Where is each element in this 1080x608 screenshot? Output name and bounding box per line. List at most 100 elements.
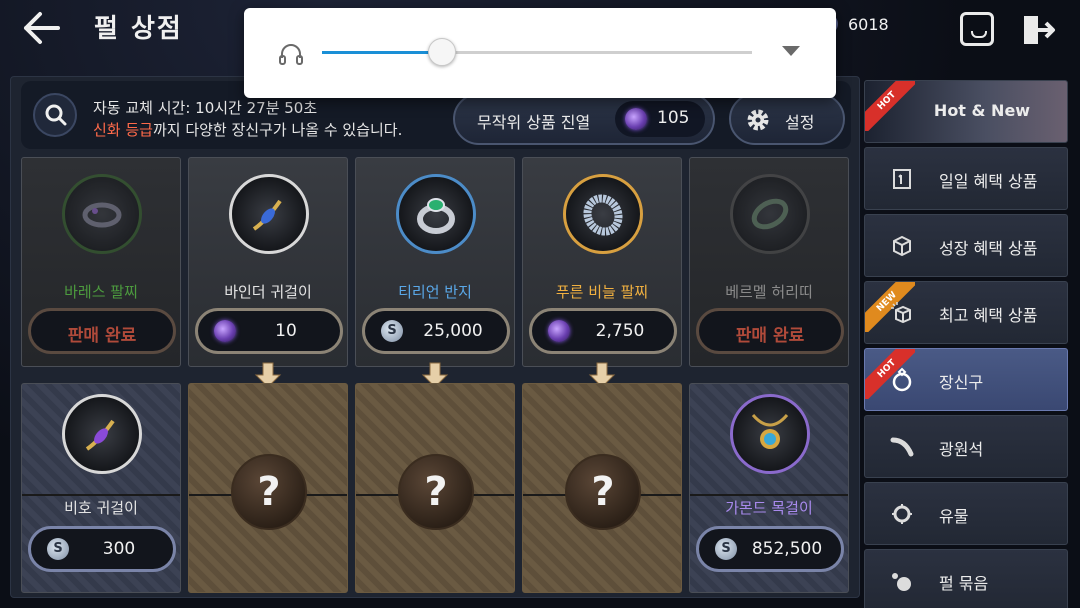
- box-icon: [893, 235, 911, 257]
- headphones-icon: [279, 44, 303, 65]
- item-card-vermel-belt[interactable]: 베르멜 허리띠 판매 완료: [689, 157, 849, 367]
- item-frame: [62, 174, 142, 254]
- item-name: 바레스 팔찌: [64, 283, 138, 301]
- pearl-icon: [625, 108, 647, 130]
- mystery-card: ?: [522, 383, 682, 593]
- grade-note: 신화 등급까지 다양한 장신구가 나올 수 있습니다.: [93, 119, 402, 140]
- item-frame: [730, 174, 810, 254]
- item-frame: [563, 174, 643, 254]
- sidebar-item-label: 최고 혜택 상품: [939, 306, 1038, 325]
- item-card-vares-bracelet[interactable]: 바레스 팔찌 판매 완료: [21, 157, 181, 367]
- random-display-button[interactable]: 무작위 상품 진열 105: [453, 93, 715, 145]
- sold-out-badge: 판매 완료: [696, 308, 844, 354]
- price-button[interactable]: S 852,500: [696, 526, 844, 572]
- item-name: 티리언 반지: [398, 283, 472, 301]
- refresh-timer: 자동 교체 시간: 10시간 27분 50초: [93, 99, 318, 117]
- shop-panel: 자동 교체 시간: 10시간 27분 50초 신화 등급까지 다양한 장신구가 …: [10, 76, 860, 598]
- sidebar-item-label: 광원석: [939, 440, 984, 459]
- random-display-cost: 105: [615, 101, 705, 137]
- bracelet-icon: [82, 202, 122, 228]
- volume-popup: [244, 8, 836, 98]
- volume-slider-track[interactable]: [322, 38, 752, 66]
- item-frame: [62, 394, 142, 474]
- exit-button[interactable]: [1020, 12, 1056, 48]
- item-card-gamond-necklace[interactable]: 가몬드 목걸이 S 852,500: [689, 383, 849, 593]
- item-frame: [396, 174, 476, 254]
- silver-coin-icon: S: [381, 320, 403, 342]
- grade-note-text: 까지 다양한 장신구가 나올 수 있습니다.: [152, 121, 403, 139]
- page-title: 펄 상점: [94, 14, 183, 44]
- item-card-blue-scale-bracelet[interactable]: 푸른 비늘 팔찌 2,750: [522, 157, 682, 367]
- chain-divider: [22, 494, 180, 496]
- exit-icon: [1024, 16, 1055, 44]
- sidebar-item-pearl-bundle[interactable]: 펄 묶음: [864, 549, 1068, 608]
- sidebar-item-gemstone[interactable]: 광원석: [864, 415, 1068, 478]
- sidebar-item-label: Hot & New: [933, 101, 1031, 120]
- sidebar-item-best[interactable]: NEW 최고 혜택 상품: [864, 281, 1068, 344]
- calendar-icon: [893, 169, 911, 189]
- item-card-tyrian-ring[interactable]: 티리언 반지 S 25,000: [355, 157, 515, 367]
- sold-out-label: 판매 완료: [67, 326, 137, 346]
- pearl-icon: [214, 320, 236, 342]
- sidebar-item-hot-new[interactable]: HOT Hot & New: [864, 80, 1068, 143]
- back-arrow-icon: [24, 12, 60, 44]
- sidebar-item-relic[interactable]: 유물: [864, 482, 1068, 545]
- sold-out-label: 판매 완료: [735, 326, 805, 346]
- price-value: 10: [275, 321, 297, 341]
- sidebar-item-label: 유물: [939, 507, 969, 526]
- item-frame: [229, 174, 309, 254]
- random-display-label: 무작위 상품 진열: [477, 113, 591, 132]
- earring-icon: [252, 199, 282, 231]
- price-value: 852,500: [751, 539, 823, 559]
- item-name: 베르멜 허리띠: [725, 283, 813, 301]
- chevron-down-icon[interactable]: [782, 46, 800, 56]
- sidebar-item-daily[interactable]: 일일 혜택 상품: [864, 147, 1068, 210]
- item-name: 푸른 비늘 팔찌: [555, 283, 649, 301]
- pearl-icon: [548, 320, 570, 342]
- sold-out-badge: 판매 완료: [28, 308, 176, 354]
- item-card-biho-earring[interactable]: 비호 귀걸이 S 300: [21, 383, 181, 593]
- search-icon: [45, 104, 67, 126]
- mystery-item-icon: ?: [398, 454, 474, 530]
- price-button[interactable]: 10: [195, 308, 343, 354]
- inventory-bag-button[interactable]: [960, 12, 994, 46]
- mystery-card: ?: [188, 383, 348, 593]
- mythic-grade-text: 신화 등급: [93, 121, 153, 139]
- price-value: 25,000: [423, 321, 483, 341]
- back-button[interactable]: [20, 8, 64, 48]
- necklace-icon: [751, 413, 789, 449]
- sparkle-box-icon: [891, 302, 911, 324]
- search-button[interactable]: [33, 93, 77, 137]
- bracelet-icon: [583, 194, 623, 236]
- silver-coin-icon: S: [47, 538, 69, 560]
- sidebar-item-label: 펄 묶음: [939, 574, 989, 593]
- sidebar-item-label: 성장 혜택 상품: [939, 239, 1038, 258]
- mystery-card: ?: [355, 383, 515, 593]
- sidebar-item-accessories[interactable]: HOT 장신구: [864, 348, 1068, 411]
- earring-icon: [85, 419, 115, 451]
- random-cost-value: 105: [657, 108, 690, 128]
- price-button[interactable]: S 25,000: [362, 308, 510, 354]
- relic-icon: [892, 504, 912, 524]
- light-stone-icon: [890, 437, 914, 457]
- item-name: 비호 귀걸이: [64, 499, 138, 517]
- price-value: 2,750: [595, 321, 645, 341]
- item-frame: [730, 394, 810, 474]
- item-card-binder-earring[interactable]: 바인더 귀걸이 10: [188, 157, 348, 367]
- gear-icon: [747, 109, 769, 131]
- category-sidebar: HOT Hot & New 일일 혜택 상품 성장 혜택 상품 NEW 최고 혜…: [864, 80, 1068, 608]
- currency-amount: 6018: [848, 15, 889, 34]
- price-button[interactable]: 2,750: [529, 308, 677, 354]
- settings-button[interactable]: 설정: [729, 93, 845, 145]
- chain-divider: [690, 494, 848, 496]
- volume-slider-thumb[interactable]: [428, 38, 457, 66]
- pearl-bundle-icon: [892, 573, 911, 591]
- mystery-item-icon: ?: [565, 454, 641, 530]
- item-name: 바인더 귀걸이: [224, 283, 312, 301]
- belt-icon: [751, 198, 789, 230]
- ring-icon: [417, 198, 455, 234]
- price-button[interactable]: S 300: [28, 526, 176, 572]
- settings-label: 설정: [785, 113, 815, 132]
- sidebar-item-growth[interactable]: 성장 혜택 상품: [864, 214, 1068, 277]
- item-name: 가몬드 목걸이: [725, 499, 813, 517]
